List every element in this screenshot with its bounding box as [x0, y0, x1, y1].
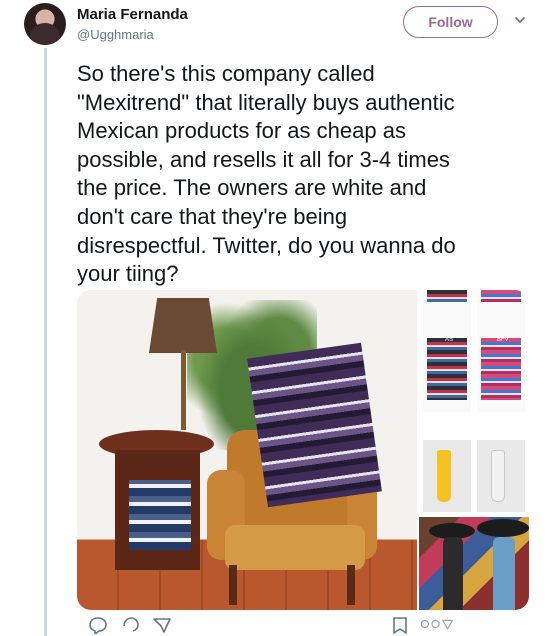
chair-leg-right [347, 565, 355, 605]
author-name[interactable]: Maria Fernanda [77, 6, 188, 24]
lamp-shade [149, 298, 217, 353]
chevron-down-icon[interactable] [514, 14, 526, 26]
product-tile: BFV [477, 332, 525, 412]
blanket-image [481, 290, 521, 302]
mariachi-photo[interactable] [419, 517, 529, 610]
product-tile [477, 290, 525, 332]
product-tile [423, 440, 471, 512]
product-tile [477, 440, 525, 512]
blanket-image [427, 290, 467, 302]
comment-icon[interactable] [88, 616, 108, 634]
folded-blanket [129, 480, 191, 550]
chair-seat [225, 525, 365, 570]
lamp-pole [181, 350, 186, 430]
sombrero [477, 519, 529, 537]
small-actions-icon[interactable] [420, 618, 456, 630]
yellow-dress [437, 450, 451, 502]
share-icon[interactable] [152, 616, 172, 634]
tweet-media[interactable]: AS BFV [77, 290, 529, 610]
product-collage[interactable]: AS BFV [417, 290, 529, 610]
tweet-text: So there's this company called "Mexitren… [77, 61, 456, 287]
blanket-image [481, 338, 521, 400]
product-tile: AS [423, 332, 471, 412]
white-dress [491, 450, 505, 502]
author-block: Maria Fernanda @Ugghmaria [77, 6, 188, 43]
thread-line [44, 48, 47, 636]
product-badge: BFV [497, 337, 509, 343]
chair-leg-left [229, 565, 237, 605]
armchair [207, 342, 382, 605]
product-badge: AS [445, 337, 454, 343]
reply-icon[interactable] [121, 616, 141, 634]
living-room-photo[interactable] [77, 290, 417, 610]
follow-button[interactable]: Follow [403, 6, 498, 38]
draped-blanket [247, 342, 382, 508]
mariachi-person [443, 537, 463, 610]
blanket-image [427, 338, 467, 400]
bookmark-icon[interactable] [390, 616, 410, 634]
product-tile [423, 290, 471, 332]
author-handle[interactable]: @Ugghmaria [77, 26, 188, 43]
avatar[interactable] [24, 3, 66, 45]
mariachi-person [493, 537, 515, 610]
